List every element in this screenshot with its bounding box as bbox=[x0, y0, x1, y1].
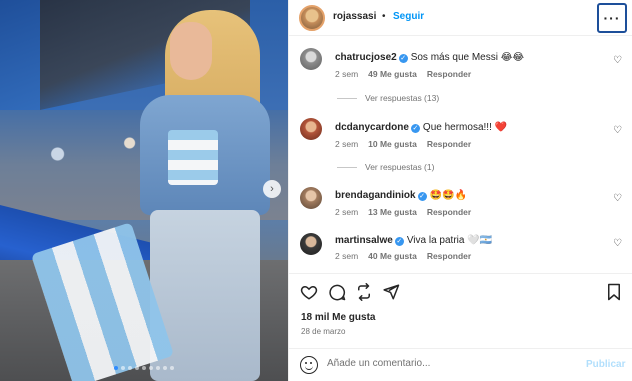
like-comment-heart-icon[interactable]: ♡ bbox=[613, 193, 622, 204]
comment-likes[interactable]: 10 Me gusta bbox=[368, 139, 417, 149]
woman-face bbox=[170, 22, 212, 80]
view-replies-label: Ver respuestas (13) bbox=[365, 93, 440, 103]
reply-button[interactable]: Responder bbox=[427, 251, 471, 261]
carousel-next-button[interactable]: › bbox=[263, 180, 281, 198]
avatar[interactable] bbox=[300, 48, 322, 70]
chevron-right-icon: › bbox=[270, 183, 274, 195]
reply-button[interactable]: Responder bbox=[427, 207, 471, 217]
comment-text: Sos más que Messi 😂😂 bbox=[410, 52, 525, 63]
comment-input[interactable] bbox=[327, 358, 567, 369]
publish-button[interactable]: Publicar bbox=[586, 359, 625, 370]
view-replies-label: Ver respuestas (1) bbox=[365, 162, 435, 172]
post-likes-count[interactable]: 18 mil Me gusta bbox=[301, 312, 375, 323]
more-horizontal-icon: ··· bbox=[603, 10, 621, 26]
verified-badge-icon: ✓ bbox=[410, 124, 420, 133]
comment-text: Que hermosa!!! ❤️ bbox=[422, 122, 508, 133]
share-icon[interactable] bbox=[382, 283, 400, 301]
comment-username[interactable]: chatrucjose2 bbox=[335, 52, 397, 63]
like-comment-heart-icon[interactable]: ♡ bbox=[613, 55, 622, 66]
bookmark-icon[interactable] bbox=[605, 283, 623, 301]
carousel-dot bbox=[121, 366, 125, 370]
view-replies-button[interactable]: Ver respuestas (13) bbox=[337, 93, 439, 103]
carousel-dot bbox=[142, 366, 146, 370]
repost-icon[interactable] bbox=[355, 283, 373, 301]
like-comment-heart-icon[interactable]: ♡ bbox=[613, 238, 622, 249]
verified-badge-icon: ✓ bbox=[417, 192, 427, 201]
post-header: rojassasi • Seguir ··· bbox=[289, 0, 632, 36]
post-photo[interactable]: › bbox=[0, 0, 288, 381]
comment-time[interactable]: 2 sem bbox=[335, 139, 358, 149]
verified-badge-icon: ✓ bbox=[394, 237, 404, 246]
view-replies-button[interactable]: Ver respuestas (1) bbox=[337, 162, 434, 172]
divider bbox=[337, 98, 357, 100]
comment-icon[interactable] bbox=[328, 283, 346, 301]
avatar[interactable] bbox=[299, 5, 325, 31]
comment-username[interactable]: brendagandiniok bbox=[335, 190, 416, 201]
reply-button[interactable]: Responder bbox=[427, 139, 471, 149]
carousel-dot bbox=[114, 366, 118, 370]
carousel-dot bbox=[163, 366, 167, 370]
comment-likes[interactable]: 13 Me gusta bbox=[368, 207, 417, 217]
divider bbox=[337, 167, 357, 169]
emoji-icon[interactable] bbox=[300, 356, 318, 374]
comment-likes[interactable]: 40 Me gusta bbox=[368, 251, 417, 261]
heart-icon[interactable] bbox=[300, 283, 318, 301]
comment-composer: Publicar bbox=[289, 348, 632, 381]
carousel-dot bbox=[128, 366, 132, 370]
comment-username[interactable]: martinsalwe bbox=[335, 235, 393, 246]
separator-dot: • bbox=[382, 11, 386, 22]
post-date[interactable]: 28 de marzo bbox=[301, 327, 345, 336]
author-username[interactable]: rojassasi bbox=[333, 11, 376, 22]
post-actions: 18 mil Me gusta 28 de marzo bbox=[289, 273, 632, 348]
reply-button[interactable]: Responder bbox=[427, 69, 471, 79]
avatar[interactable] bbox=[300, 118, 322, 140]
carousel-dots bbox=[0, 366, 288, 370]
comment-time[interactable]: 2 sem bbox=[335, 207, 358, 217]
avatar[interactable] bbox=[300, 233, 322, 255]
comment-username[interactable]: dcdanycardone bbox=[335, 122, 409, 133]
argentina-top bbox=[168, 130, 218, 185]
more-options-button[interactable]: ··· bbox=[597, 3, 627, 33]
comment-time[interactable]: 2 sem bbox=[335, 69, 358, 79]
comment-likes[interactable]: 49 Me gusta bbox=[368, 69, 417, 79]
carousel-dot bbox=[135, 366, 139, 370]
follow-button[interactable]: Seguir bbox=[393, 11, 424, 22]
carousel-dot bbox=[170, 366, 174, 370]
instagram-post-view: › rojassasi • Seguir ··· chatrucjose2 ✓ So… bbox=[0, 0, 632, 381]
carousel-dot bbox=[156, 366, 160, 370]
verified-badge-icon: ✓ bbox=[398, 54, 408, 63]
like-comment-heart-icon[interactable]: ♡ bbox=[613, 125, 622, 136]
comment-text: Viva la patria 🤍🇦🇷 bbox=[406, 235, 493, 246]
comment-time[interactable]: 2 sem bbox=[335, 251, 358, 261]
post-sidebar: rojassasi • Seguir ··· chatrucjose2 ✓ Sos … bbox=[288, 0, 632, 381]
avatar[interactable] bbox=[300, 187, 322, 209]
carousel-dot bbox=[149, 366, 153, 370]
comment-text: 🤩🤩🔥 bbox=[429, 190, 467, 201]
